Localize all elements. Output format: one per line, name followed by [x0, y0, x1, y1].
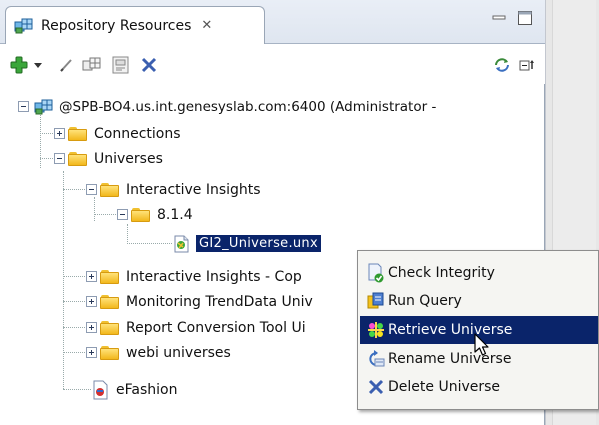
- dropdown-arrow-icon[interactable]: [33, 55, 43, 75]
- tree-item-monitoring[interactable]: Monitoring TrendData Univ: [86, 289, 313, 314]
- folder-icon: [100, 269, 120, 285]
- collapse-icon[interactable]: [117, 209, 128, 220]
- context-menu: Check Integrity Run Query Retrieve Unive…: [357, 250, 599, 410]
- tree-item-label: 8.1.4: [157, 206, 193, 223]
- tree-item-efashion[interactable]: eFashion: [90, 377, 177, 402]
- tree-item-label: Monitoring TrendData Univ: [126, 293, 313, 310]
- menu-item-label: Retrieve Universe: [388, 322, 513, 338]
- add-icon[interactable]: [10, 55, 28, 75]
- retrieve-universe-icon: [366, 320, 386, 340]
- tree-item-label: eFashion: [116, 381, 178, 398]
- menu-item-label: Delete Universe: [388, 379, 501, 395]
- refresh-icon[interactable]: [492, 55, 512, 75]
- tree-item-label: Connections: [94, 125, 181, 142]
- folder-icon: [68, 151, 88, 167]
- expand-icon[interactable]: [86, 347, 97, 358]
- menu-item-check-integrity[interactable]: Check Integrity: [360, 259, 598, 287]
- universe-file-icon: [90, 380, 110, 400]
- tree-item-connections[interactable]: Connections: [54, 121, 181, 146]
- check-integrity-icon: [366, 263, 386, 283]
- collapse-icon[interactable]: [54, 153, 65, 164]
- view-toolbar: [0, 44, 545, 84]
- tree-item-interactive-insights[interactable]: Interactive Insights: [86, 177, 261, 202]
- tree-item-gi2-universe[interactable]: GI2_Universe.unx: [172, 231, 321, 256]
- tree-item-label: Report Conversion Tool Ui: [126, 319, 306, 336]
- properties-icon[interactable]: [110, 55, 132, 75]
- tree-item-label: webi universes: [126, 344, 231, 361]
- folder-icon: [100, 320, 120, 336]
- expand-icon[interactable]: [86, 271, 97, 282]
- maximize-icon[interactable]: [517, 10, 533, 26]
- tree-item-webi-universes[interactable]: webi universes: [86, 340, 231, 365]
- expand-icon[interactable]: [54, 128, 65, 139]
- folder-icon: [100, 345, 120, 361]
- tree-item-label: Interactive Insights: [126, 181, 261, 198]
- tree-root-label: @SPB-BO4.us.int.genesyslab.com:6400 (Adm…: [59, 98, 437, 115]
- collapse-icon[interactable]: [86, 184, 97, 195]
- rename-universe-icon: [366, 349, 386, 369]
- tab-repository-resources[interactable]: Repository Resources ✕: [5, 6, 265, 44]
- menu-item-label: Run Query: [388, 293, 462, 309]
- tree-item-interactive-insights-copy[interactable]: Interactive Insights - Cop: [86, 264, 302, 289]
- close-icon[interactable]: ✕: [201, 19, 212, 32]
- edit-icon[interactable]: [58, 55, 74, 75]
- menu-item-label: Check Integrity: [388, 265, 495, 281]
- tree-item-label: Interactive Insights - Cop: [126, 268, 302, 285]
- tree-item-universes[interactable]: Universes: [54, 146, 163, 171]
- collapse-icon[interactable]: [18, 101, 29, 112]
- collapse-all-icon[interactable]: [518, 55, 538, 75]
- minimize-icon[interactable]: [491, 10, 507, 26]
- expand-icon[interactable]: [86, 296, 97, 307]
- delete-icon: [366, 377, 386, 397]
- menu-item-run-query[interactable]: Run Query: [360, 287, 598, 315]
- view-tab-bar: Repository Resources ✕: [0, 0, 545, 44]
- repository-icon: [33, 98, 55, 116]
- folder-icon: [68, 126, 88, 142]
- folder-icon: [100, 294, 120, 310]
- run-query-icon: [366, 291, 386, 311]
- tree-item-version[interactable]: 8.1.4: [117, 202, 193, 227]
- tree-item-label-selected: GI2_Universe.unx: [196, 235, 321, 252]
- menu-item-delete-universe[interactable]: Delete Universe: [360, 373, 598, 401]
- tree-item-label: Universes: [94, 150, 163, 167]
- expand-icon[interactable]: [86, 322, 97, 333]
- tree-root[interactable]: @SPB-BO4.us.int.genesyslab.com:6400 (Adm…: [18, 94, 436, 119]
- delete-icon[interactable]: [140, 55, 158, 75]
- repository-icon: [14, 17, 34, 35]
- mouse-pointer-icon: [473, 333, 493, 363]
- folder-icon: [131, 207, 151, 223]
- tree-item-report-conversion[interactable]: Report Conversion Tool Ui: [86, 315, 306, 340]
- tab-title: Repository Resources: [41, 17, 192, 34]
- folder-icon: [100, 182, 120, 198]
- connection-icon[interactable]: [82, 55, 102, 75]
- universe-file-icon: [172, 235, 190, 253]
